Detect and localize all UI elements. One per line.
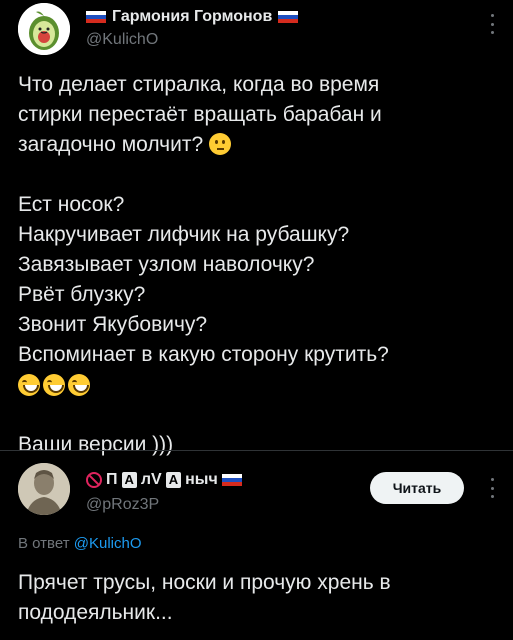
divider [0,450,513,451]
reply-name-boxed-letter: А [165,472,182,488]
reply-name-part: ныч [185,471,218,488]
laughing-face-icon [18,374,40,396]
more-options-icon[interactable] [489,14,495,34]
reply-to-label: В ответ [18,535,70,552]
reply-name-boxed-letter: А [121,472,137,488]
laughing-face-icon [68,374,90,396]
russia-flag-icon [278,11,299,23]
laughing-face-icon [43,374,65,396]
prohibited-icon [86,472,102,488]
reply-to-mention-link[interactable]: @KulichO [74,535,142,552]
russia-flag-icon [221,474,242,486]
reply-author-name[interactable]: П АлV Аныч [86,469,242,491]
post-text-intro: Что делает стиралка, когда во время стир… [18,73,382,156]
author-handle[interactable]: @KulichO [86,31,158,49]
post-text-closing: Ваши версии ))) [18,433,174,456]
post-text: Что делает стиралка, когда во время стир… [18,70,498,460]
reply-name-part: лV [140,471,162,488]
reply-author-handle[interactable]: @pRoz3P [86,496,159,514]
reply-more-options-icon[interactable] [489,478,495,498]
author-avatar[interactable] [18,3,70,55]
thinking-face-icon [208,133,231,155]
emoji-row [18,370,498,400]
reply-author-avatar[interactable] [18,463,70,515]
reply-text: Прячет трусы, носки и прочую хрень в под… [18,571,391,624]
reply-name-part: П [106,471,118,488]
post-text-list: Ест носок? Накручивает лифчик на рубашку… [18,193,389,366]
author-name[interactable]: Гармония Гормонов [112,8,272,26]
follow-button[interactable]: Читать [370,472,464,504]
reply-to-line: В ответ @KulichO [18,535,142,552]
author-name-row[interactable]: Гармония Гормонов [86,6,299,28]
russia-flag-icon [86,11,106,23]
